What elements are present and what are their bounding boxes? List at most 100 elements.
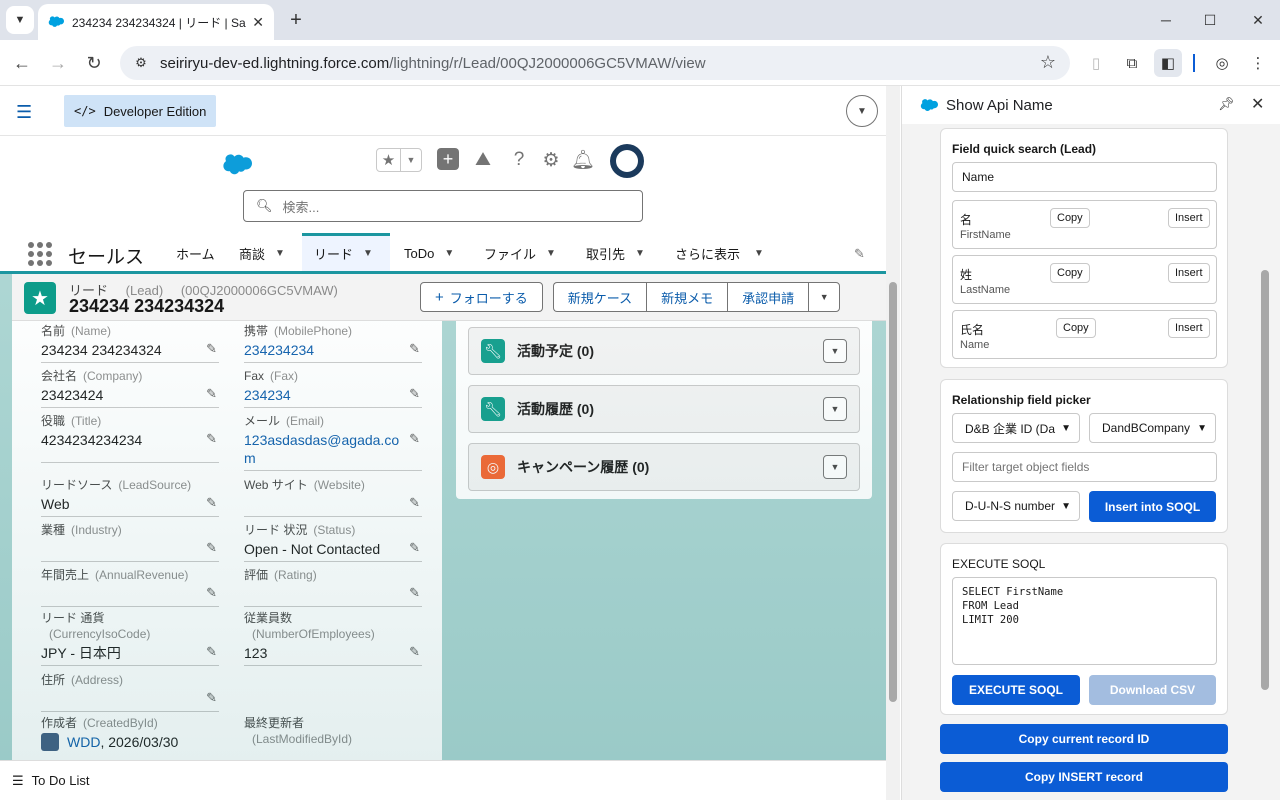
pin-icon[interactable]: 📌︎ [1218,96,1235,112]
copy-button[interactable]: Copy [1050,263,1090,283]
nav-item-lead[interactable]: リード ▼ [302,233,390,271]
chevron-down-icon[interactable]: ▼ [635,248,645,259]
chevron-down-icon[interactable]: ▼ [401,149,421,171]
global-create-icon[interactable]: + [437,148,459,170]
help-icon[interactable]: ? [507,148,531,172]
nav-item-opportunity[interactable]: 商談 ▼ [233,236,291,271]
browser-menu-icon[interactable]: ⋮ [1244,49,1272,77]
chevron-down-icon[interactable]: ▼ [823,455,847,479]
edit-pencil-icon[interactable]: ✎ [206,644,217,660]
new-note-button[interactable]: 新規メモ [646,282,728,312]
follow-button[interactable]: + フォローする [420,282,543,312]
nav-item-todo[interactable]: ToDo ▼ [398,236,460,271]
setup-gear-icon[interactable]: ⚙ [539,148,563,172]
trailhead-icon[interactable]: ⛰ [471,148,495,172]
soql-query-textarea[interactable]: SELECT FirstName FROM Lead LIMIT 200 [952,577,1217,665]
edit-pencil-icon[interactable]: ✎ [206,495,217,511]
more-actions-chevron-icon[interactable]: ▼ [808,282,841,312]
activity-history[interactable]: 🔧︎ 活動履歴 (0) ▼ [468,385,860,433]
created-by-link[interactable]: WDD [67,733,100,751]
target-field-select[interactable]: D-U-N-S number ▼ [952,491,1080,521]
chevron-down-icon[interactable]: ▼ [546,248,556,259]
approval-button[interactable]: 承認申請 [727,282,809,312]
forward-arrow-icon[interactable]: → [44,49,72,77]
nav-item-files[interactable]: ファイル ▼ [478,236,562,271]
chevron-down-icon[interactable]: ▼ [754,248,764,259]
field-value-link[interactable]: 234234234 [244,341,422,359]
new-tab-button[interactable]: + [284,8,308,32]
quick-search-input[interactable]: Name [952,162,1217,192]
edit-pencil-icon[interactable]: ✎ [409,386,420,402]
browser-tab-active[interactable]: 234234 234234324 | リード | Sa ✕ [38,4,274,40]
edit-pencil-icon[interactable]: ✎ [409,431,420,447]
edit-pencil-icon[interactable]: ✎ [409,585,420,601]
nav-item-home[interactable]: ホーム [170,236,221,271]
page-scrollbar[interactable] [886,86,900,800]
field-value-link[interactable]: 234234 [244,386,422,404]
execute-soql-button[interactable]: EXECUTE SOQL [952,675,1080,705]
insert-button[interactable]: Insert [1168,208,1210,228]
maximize-button[interactable]: ☐ [1192,6,1228,34]
chevron-down-icon[interactable]: ▼ [444,248,454,259]
extension-icon[interactable]: ▯ [1082,49,1110,77]
target-object-select[interactable]: DandBCompany ▼ [1089,413,1216,443]
chevron-down-icon[interactable]: ▼ [363,248,373,259]
nav-item-accounts[interactable]: 取引先 ▼ [580,236,651,271]
chevron-down-icon[interactable]: ▼ [823,397,847,421]
extensions-puzzle-icon[interactable]: ⧉ [1118,49,1146,77]
reload-icon[interactable]: ↻ [80,49,108,77]
copy-record-id-button[interactable]: Copy current record ID [940,724,1228,754]
salesforce-logo-icon[interactable] [222,154,252,176]
back-arrow-icon[interactable]: ← [8,49,36,77]
todo-list-item[interactable]: To Do List [32,773,90,788]
scrollbar-thumb[interactable] [889,282,897,702]
edit-nav-pencil-icon[interactable]: ✎ [854,246,865,262]
app-launcher-icon[interactable] [28,242,52,266]
close-icon[interactable]: ✕ [1251,94,1264,114]
side-panel-scrollbar[interactable] [1258,124,1272,800]
scrollbar-thumb[interactable] [1261,270,1269,690]
field-value-link[interactable]: 123asdasdas@agada.com [244,431,422,467]
chevron-down-icon[interactable]: ▼ [275,248,285,259]
edit-pencil-icon[interactable]: ✎ [409,341,420,357]
chevron-down-icon[interactable]: ▼ [823,339,847,363]
filter-target-fields-input[interactable]: Filter target object fields [952,452,1217,482]
copy-button[interactable]: Copy [1056,318,1096,338]
favorites-button[interactable]: ★ ▼ [376,148,422,172]
edit-pencil-icon[interactable]: ✎ [206,386,217,402]
relationship-field-select[interactable]: D&B 企業 ID (Da ▼ [952,413,1080,443]
address-bar[interactable]: ⚙ seiriryu-dev-ed.lightning.force.com/li… [120,46,1070,80]
edit-pencil-icon[interactable]: ✎ [409,644,420,660]
campaign-history[interactable]: ◎ キャンペーン履歴 (0) ▼ [468,443,860,491]
nav-item-more[interactable]: さらに表示 ▼ [669,236,770,271]
edit-pencil-icon[interactable]: ✎ [206,540,217,556]
copy-insert-record-button[interactable]: Copy INSERT record [940,762,1228,792]
close-tab-icon[interactable]: ✕ [252,14,264,31]
edit-pencil-icon[interactable]: ✎ [206,341,217,357]
insert-button[interactable]: Insert [1168,263,1210,283]
window-close-button[interactable]: ✕ [1240,6,1276,34]
new-case-button[interactable]: 新規ケース [552,282,647,312]
edit-pencil-icon[interactable]: ✎ [206,585,217,601]
notification-bell-icon[interactable]: 🔔︎ [571,148,595,172]
activity-upcoming[interactable]: 🔧︎ 活動予定 (0) ▼ [468,327,860,375]
site-info-icon[interactable]: ⚙ [132,54,150,72]
hamburger-menu-icon[interactable]: ☰ [16,102,32,123]
insert-button[interactable]: Insert [1168,318,1210,338]
edit-pencil-icon[interactable]: ✎ [206,690,217,706]
user-avatar[interactable] [610,144,644,178]
global-search-input[interactable]: 🔍︎ 検索... [243,190,643,222]
edit-pencil-icon[interactable]: ✎ [409,495,420,511]
edit-pencil-icon[interactable]: ✎ [206,431,217,447]
side-panel-icon[interactable]: ◧ [1154,49,1182,77]
download-csv-button[interactable]: Download CSV [1089,675,1216,705]
minimize-button[interactable]: ─ [1148,6,1184,34]
tab-search-button[interactable]: ▼ [6,6,34,34]
insert-into-soql-button[interactable]: Insert into SOQL [1089,491,1216,522]
bookmark-star-icon[interactable]: ☆ [1040,52,1056,73]
edit-pencil-icon[interactable]: ✎ [409,540,420,556]
chevron-down-icon[interactable]: ▼ [846,95,878,127]
copy-button[interactable]: Copy [1050,208,1090,228]
star-icon[interactable]: ★ [377,149,401,171]
profile-icon[interactable]: ◎ [1208,49,1236,77]
